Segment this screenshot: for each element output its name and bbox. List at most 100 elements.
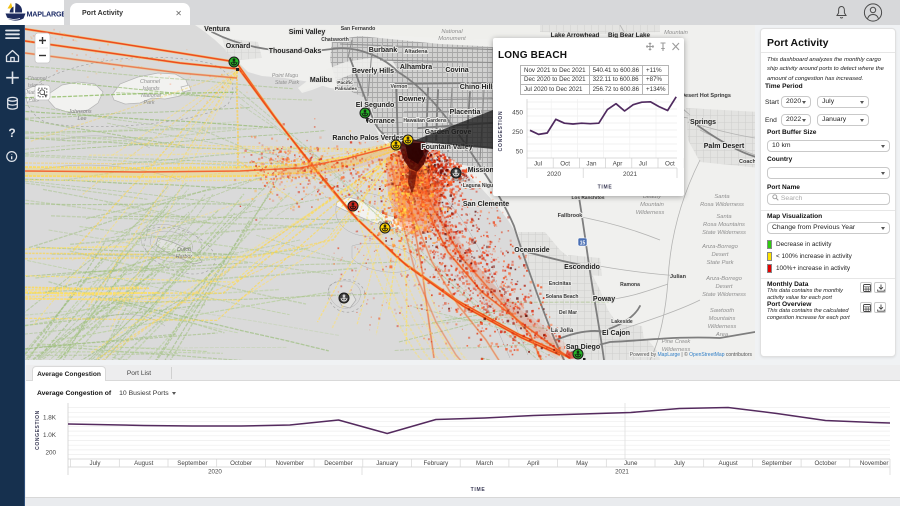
svg-text:Alhambra: Alhambra bbox=[400, 64, 432, 71]
svg-text:March: March bbox=[476, 460, 494, 467]
svg-text:Desert Hot Springs: Desert Hot Springs bbox=[681, 93, 731, 99]
svg-text:Oceanside: Oceanside bbox=[514, 247, 550, 254]
svg-text:TIME: TIME bbox=[598, 185, 613, 191]
svg-text:2020: 2020 bbox=[208, 469, 222, 476]
svg-text:National: National bbox=[441, 29, 463, 35]
svg-text:50: 50 bbox=[516, 149, 524, 156]
svg-text:June: June bbox=[624, 460, 638, 467]
svg-text:Rosa Wilderness: Rosa Wilderness bbox=[700, 202, 744, 208]
svg-text:December: December bbox=[324, 460, 353, 467]
svg-text:Fallbrook: Fallbrook bbox=[558, 213, 584, 219]
svg-text:Channel: Channel bbox=[140, 79, 161, 85]
svg-text:Mountain: Mountain bbox=[640, 202, 664, 208]
svg-text:Santa: Santa bbox=[716, 214, 732, 220]
svg-text:Jul: Jul bbox=[534, 161, 542, 168]
svg-text:Wilderness: Wilderness bbox=[636, 210, 665, 216]
svg-text:Oxnard: Oxnard bbox=[226, 43, 251, 50]
svg-text:Hawaiian Gardens: Hawaiian Gardens bbox=[403, 118, 447, 124]
svg-text:Santa: Santa bbox=[714, 194, 730, 200]
svg-text:Mountains: Mountains bbox=[709, 316, 736, 322]
svg-text:National: National bbox=[141, 93, 162, 99]
svg-text:Solana Beach: Solana Beach bbox=[546, 294, 579, 300]
svg-text:Lakeside: Lakeside bbox=[611, 319, 633, 325]
svg-text:CONGESTION: CONGESTION bbox=[498, 111, 504, 152]
svg-text:San Diego: San Diego bbox=[566, 344, 600, 351]
svg-text:Julian: Julian bbox=[670, 274, 687, 280]
svg-text:2020: 2020 bbox=[547, 171, 562, 178]
svg-text:San Clemente: San Clemente bbox=[463, 201, 509, 208]
svg-text:State Park: State Park bbox=[706, 260, 734, 266]
svg-text:Palm Desert: Palm Desert bbox=[704, 143, 745, 150]
svg-text:Placentia: Placentia bbox=[450, 109, 481, 116]
svg-text:El Cajon: El Cajon bbox=[602, 330, 630, 337]
svg-text:Springs: Springs bbox=[690, 119, 716, 126]
svg-text:Oct: Oct bbox=[665, 161, 675, 168]
svg-text:Thousand Oaks: Thousand Oaks bbox=[269, 48, 322, 55]
svg-text:May: May bbox=[576, 460, 589, 467]
svg-text:January: January bbox=[376, 460, 399, 467]
svg-text:Del Mar: Del Mar bbox=[559, 310, 577, 316]
svg-text:1.0K: 1.0K bbox=[43, 432, 57, 439]
svg-text:Area: Area bbox=[715, 332, 729, 338]
svg-text:July: July bbox=[89, 460, 101, 467]
svg-text:State Park: State Park bbox=[275, 80, 300, 86]
svg-text:Islands: Islands bbox=[142, 86, 159, 92]
svg-text:Desert: Desert bbox=[711, 252, 728, 258]
svg-text:Vernon: Vernon bbox=[391, 84, 408, 90]
svg-text:Anza-Borrego: Anza-Borrego bbox=[701, 244, 739, 250]
svg-text:November: November bbox=[276, 460, 305, 467]
svg-text:El Segundo: El Segundo bbox=[356, 102, 395, 109]
svg-text:MAPLARGE: MAPLARGE bbox=[27, 10, 65, 19]
svg-text:2021: 2021 bbox=[623, 171, 638, 178]
svg-text:Pacific: Pacific bbox=[337, 80, 353, 86]
svg-text:Ventura: Ventura bbox=[204, 26, 230, 33]
svg-text:Wilderness: Wilderness bbox=[708, 324, 737, 330]
svg-text:February: February bbox=[424, 460, 450, 467]
svg-text:Covina: Covina bbox=[445, 67, 468, 74]
svg-text:?: ? bbox=[8, 126, 15, 140]
svg-text:Point Mugu: Point Mugu bbox=[272, 73, 298, 79]
svg-text:Escondido: Escondido bbox=[564, 264, 600, 271]
svg-text:Burbank: Burbank bbox=[369, 47, 398, 54]
svg-text:Ramona: Ramona bbox=[620, 282, 640, 288]
svg-text:Powered by MapLarge | © OpenSt: Powered by MapLarge | © OpenStreetMap co… bbox=[630, 351, 753, 358]
svg-text:Pine Creek: Pine Creek bbox=[662, 339, 692, 345]
svg-text:Chatsworth: Chatsworth bbox=[321, 37, 349, 43]
svg-text:August: August bbox=[134, 460, 154, 467]
svg-text:Altadena: Altadena bbox=[404, 49, 428, 55]
svg-text:Desert: Desert bbox=[715, 284, 732, 290]
svg-text:200: 200 bbox=[45, 450, 56, 457]
svg-text:1.8K: 1.8K bbox=[43, 415, 57, 422]
svg-text:Dutch: Dutch bbox=[177, 247, 191, 253]
svg-text:State Wilderness: State Wilderness bbox=[702, 230, 746, 236]
svg-text:Coachella: Coachella bbox=[739, 159, 755, 165]
svg-text:Rosa Mountains: Rosa Mountains bbox=[703, 222, 745, 228]
svg-text:Johnsons: Johnsons bbox=[67, 109, 91, 115]
svg-text:La Jolla: La Jolla bbox=[551, 328, 574, 334]
svg-text:Malibu: Malibu bbox=[310, 77, 332, 84]
svg-text:Downey: Downey bbox=[399, 96, 426, 103]
svg-text:September: September bbox=[762, 460, 792, 467]
svg-text:Jan: Jan bbox=[586, 161, 597, 168]
svg-text:State Wilderness: State Wilderness bbox=[702, 292, 746, 298]
svg-text:San Fernando: San Fernando bbox=[341, 26, 376, 32]
svg-text:Sawtooth: Sawtooth bbox=[710, 308, 734, 314]
svg-text:15: 15 bbox=[580, 240, 586, 246]
svg-text:Harbor: Harbor bbox=[176, 254, 193, 260]
svg-text:450: 450 bbox=[512, 110, 523, 117]
svg-text:August: August bbox=[718, 460, 738, 467]
svg-text:Park: Park bbox=[143, 100, 154, 106]
svg-text:Apr: Apr bbox=[613, 161, 623, 168]
svg-text:Beverly Hills: Beverly Hills bbox=[352, 68, 394, 75]
svg-text:Poway: Poway bbox=[593, 296, 615, 303]
svg-text:Channel: Channel bbox=[27, 76, 47, 82]
svg-text:September: September bbox=[177, 460, 207, 467]
svg-text:Torrance: Torrance bbox=[365, 118, 395, 125]
svg-text:October: October bbox=[814, 460, 836, 467]
svg-text:Jul: Jul bbox=[639, 161, 647, 168]
svg-text:July: July bbox=[674, 460, 686, 467]
svg-text:Encinitas: Encinitas bbox=[549, 281, 571, 287]
svg-text:CONGESTION: CONGESTION bbox=[35, 410, 41, 450]
svg-text:TIME: TIME bbox=[471, 487, 486, 493]
svg-text:Lee: Lee bbox=[78, 116, 87, 122]
